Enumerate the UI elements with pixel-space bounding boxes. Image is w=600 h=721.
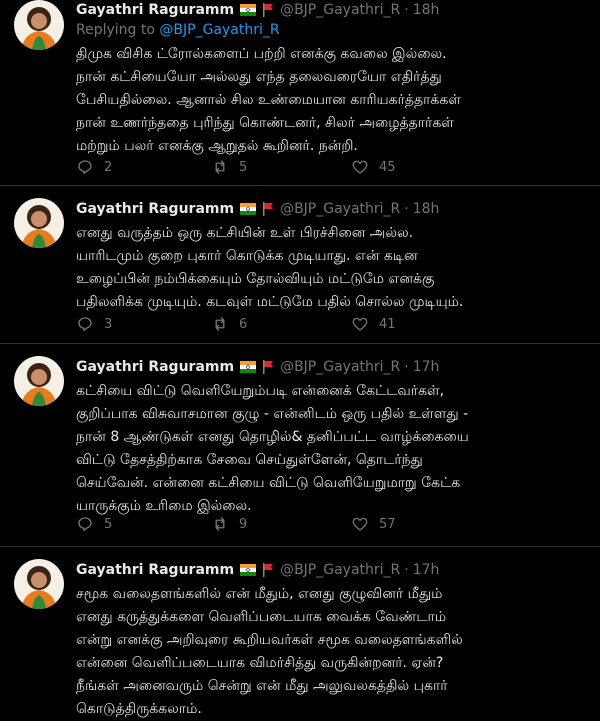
red-flag-icon [262,360,274,374]
timestamp[interactable]: 17h [413,562,440,578]
replying-to-label: Replying to [76,22,155,38]
reply-count: 2 [104,159,113,175]
retweet-button[interactable]: 5 [211,158,247,176]
like-icon [352,517,368,531]
tweet-text: திமுக விசிக ட்ரோல்களைப் பற்றி எனக்கு கவல… [76,43,586,158]
tweet-text-line: மற்றும் பலர் எனக்கு ஆறுதல் கூறினர். நன்ற… [76,138,358,154]
retweet-icon [215,317,225,331]
separator: · [404,562,409,578]
tweet-text-line: என்னை வெளிப்படையாக விமர்சித்து வருகின்றன… [76,655,444,671]
tweet-text-line: எனது கருத்துக்களை வெளிப்படையாக வைக்க வேண… [76,609,447,625]
reply-count: 3 [104,316,113,332]
tweet-text-line: திமுக விசிக ட்ரோல்களைப் பற்றி எனக்கு கவல… [76,46,447,62]
tweet-text-line: யாரிடமும் குறை புகார் கொடுக்க முடியாது. … [76,248,418,264]
tweet-text-line: குறிப்பாக விசுவாசமான குழு - என்னிடம் ஒரு… [76,406,469,422]
display-name[interactable]: Gayathri Raguramm [76,562,234,578]
red-flag-icon [262,202,274,216]
timestamp[interactable]: 17h [413,359,440,375]
display-name[interactable]: Gayathri Raguramm [76,201,234,217]
like-button[interactable]: 41 [351,315,396,333]
tweet-text-line: விட்டு தேசத்திற்காக சேவை செய்துள்ளேன், த… [76,452,423,468]
separator: · [404,2,409,18]
red-flag-icon [262,563,274,577]
handle[interactable]: @BJP_Gayathri_R [280,2,400,18]
separator: · [404,201,409,217]
tweet[interactable]: Gayathri Raguramm @BJP_Gayathri_R · 17h … [0,547,600,717]
tweet-text-line: பதிலளிக்க முடியும். கடவுள் மட்டுமே பதில்… [76,294,464,310]
like-icon [352,317,368,331]
timestamp[interactable]: 18h [413,2,440,18]
like-button[interactable]: 57 [351,515,396,533]
retweet-button[interactable]: 6 [211,315,247,333]
reply-icon [78,517,92,532]
avatar[interactable] [14,356,64,406]
like-count: 41 [379,316,396,332]
india-flag-icon [240,4,257,16]
avatar[interactable] [14,198,64,248]
retweet-icon [215,160,225,174]
reply-button[interactable]: 2 [76,158,112,176]
reply-button[interactable]: 3 [76,315,112,333]
tweet-text-line: கட்சியை விட்டு வெளியேறும்படி என்னைக் கேட… [76,383,445,399]
reply-count: 5 [104,516,113,532]
tweet-text-line: செய்வேன். என்னை கட்சியை விட்டு வெளியேறும… [76,475,461,491]
tweet-text-line: கொடுத்திருக்கலாம். [76,701,202,717]
tweet-text-line: யாருக்கும் உரிமை இல்லை. [76,498,252,514]
display-name[interactable]: Gayathri Raguramm [76,359,234,375]
tweet-text: கட்சியை விட்டு வெளியேறும்படி என்னைக் கேட… [76,380,586,518]
mention-link[interactable]: @BJP_Gayathri_R [159,22,279,38]
tweet-text-line: நான் கட்சியையோ அல்லது எந்த தலைவரையோ எதிர… [76,69,442,85]
avatar[interactable] [14,559,64,609]
tweet[interactable]: Gayathri Raguramm @BJP_Gayathri_R · 17h … [0,344,600,547]
retweet-icon [215,517,225,531]
separator: · [404,359,409,375]
retweet-count: 6 [239,316,248,332]
india-flag-icon [240,361,257,373]
retweet-count: 5 [239,159,248,175]
tweet-text-line: நீங்கள் அனைவரும் சென்று என் மீது அலுவலகத… [76,678,448,694]
display-name[interactable]: Gayathri Raguramm [76,2,234,18]
india-flag-icon [240,203,257,215]
tweet-text-line: என்று எனக்கு அறிவுரை கூறியவர்கள் சமூக வல… [76,632,463,648]
tweet-text-line: உழைப்பின் நம்பிக்கையும் தோல்வியும் மட்டு… [76,271,435,287]
tweet-text: எனது வருத்தம் ஒரு கட்சியின் உள் பிரச்சின… [76,222,586,314]
tweet-text-line: நான் உணர்ந்ததை புரிந்து கொண்டனர், சிலர் … [76,115,454,131]
handle[interactable]: @BJP_Gayathri_R [280,359,400,375]
timestamp[interactable]: 18h [413,201,440,217]
retweet-button[interactable]: 9 [211,515,247,533]
like-icon [352,160,368,174]
replying-to: Replying to @BJP_Gayathri_R [76,22,280,38]
tweet-text: சமூக வலைதளங்களில் என் மீதும், எனது குழுவ… [76,583,586,721]
avatar[interactable] [14,0,64,50]
like-count: 45 [379,159,396,175]
reply-icon [78,160,92,175]
handle[interactable]: @BJP_Gayathri_R [280,201,400,217]
retweet-count: 9 [239,516,248,532]
tweet[interactable]: Gayathri Raguramm @BJP_Gayathri_R · 18h … [0,0,600,186]
like-button[interactable]: 45 [351,158,396,176]
tweet-text-line: எனது வருத்தம் ஒரு கட்சியின் உள் பிரச்சின… [76,225,414,241]
tweet-text-line: நான் 8 ஆண்டுகள் எனது தொழில்& தனிப்பட்ட வ… [76,429,469,445]
tweet-text-line: பேசியதில்லை. ஆனால் சில உண்மையான காரியகர்… [76,92,461,108]
handle[interactable]: @BJP_Gayathri_R [280,562,400,578]
red-flag-icon [262,3,274,17]
india-flag-icon [240,564,257,576]
reply-icon [78,317,92,332]
reply-button[interactable]: 5 [76,515,112,533]
tweet[interactable]: Gayathri Raguramm @BJP_Gayathri_R · 18h … [0,186,600,344]
tweet-text-line: சமூக வலைதளங்களில் என் மீதும், எனது குழுவ… [76,586,443,602]
like-count: 57 [379,516,396,532]
